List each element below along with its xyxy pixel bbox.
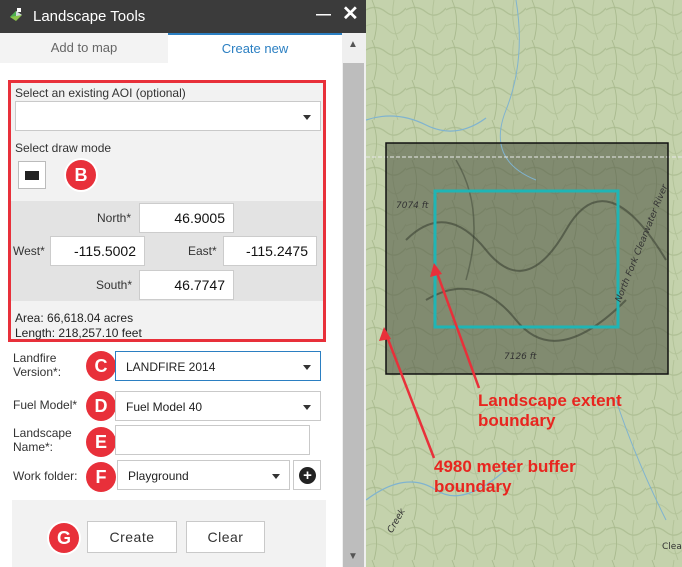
elevation-label: 7074 ft	[396, 201, 429, 211]
callout-badge-c: C	[86, 351, 116, 381]
scroll-down-icon[interactable]: ▼	[348, 551, 358, 562]
east-label: East*	[188, 244, 217, 258]
aoi-section: Select an existing AOI (optional) Select…	[8, 80, 326, 342]
east-input[interactable]: -115.2475	[223, 236, 317, 266]
area-value: Area: 66,618.04 acres	[15, 311, 134, 325]
landfire-version-value: LANDFIRE 2014	[126, 360, 216, 374]
annotation-buffer: 4980 meter buffer boundary	[434, 457, 576, 497]
map-attribution: Clea	[662, 542, 682, 552]
tab-create-new[interactable]: Create new	[168, 33, 342, 63]
aoi-select[interactable]	[15, 101, 321, 131]
close-icon[interactable]: ✕	[342, 4, 359, 24]
fuel-model-select[interactable]: Fuel Model 40	[115, 391, 321, 421]
callout-badge-b: B	[66, 160, 96, 190]
landscape-tools-icon	[10, 8, 22, 21]
tab-bar: Add to map Create new	[0, 33, 342, 63]
title-bar[interactable]: Landscape Tools — ✕	[0, 0, 366, 33]
annotation-extent-line1: Landscape extent	[478, 391, 622, 410]
chevron-down-icon	[303, 365, 311, 370]
annotation-buffer-line2: boundary	[434, 477, 512, 496]
landfire-version-label: Landfire Version*:	[13, 351, 61, 379]
chevron-down-icon	[303, 405, 311, 410]
landscape-name-input[interactable]	[115, 425, 310, 455]
length-value: Length: 218,257.10 feet	[15, 326, 142, 340]
scroll-up-icon[interactable]: ▲	[348, 39, 358, 50]
annotation-buffer-line1: 4980 meter buffer	[434, 457, 576, 476]
fuel-model-label: Fuel Model*	[13, 398, 78, 412]
scrollbar[interactable]: ▲ ▼	[342, 33, 366, 567]
map-view[interactable]: 7074 ft 7126 ft North Fork Clearwater Ri…	[366, 0, 682, 567]
plus-circle-icon: +	[299, 467, 316, 484]
tab-add-to-map[interactable]: Add to map	[0, 33, 168, 63]
west-label: West*	[13, 244, 45, 258]
fuel-model-value: Fuel Model 40	[126, 400, 203, 414]
clear-button[interactable]: Clear	[186, 521, 265, 553]
chevron-down-icon	[272, 474, 280, 479]
coordinates-section: North* 46.9005 West* -115.5002 East* -11…	[11, 201, 323, 301]
work-folder-label: Work folder:	[13, 469, 78, 483]
landscape-name-label: Landscape Name*:	[13, 426, 72, 454]
elevation-label: 7126 ft	[504, 352, 537, 362]
work-folder-select[interactable]: Playground	[117, 460, 290, 490]
annotation-extent: Landscape extent boundary	[478, 391, 622, 431]
annotation-extent-line2: boundary	[478, 411, 556, 430]
callout-badge-d: D	[86, 391, 116, 421]
west-input[interactable]: -115.5002	[50, 236, 145, 266]
aoi-select-label: Select an existing AOI (optional)	[15, 86, 186, 100]
callout-badge-f: F	[86, 462, 116, 492]
callout-badge-g: G	[49, 523, 79, 553]
minimize-icon[interactable]: —	[316, 6, 331, 23]
landfire-label-line1: Landfire	[13, 351, 57, 365]
south-label: South*	[96, 278, 133, 292]
south-input[interactable]: 46.7747	[139, 270, 234, 300]
draw-mode-label: Select draw mode	[15, 141, 112, 155]
buffer-boundary-fill	[386, 143, 668, 374]
callout-badge-e: E	[86, 427, 116, 457]
landfire-label-line2: Version*:	[13, 365, 62, 379]
aoi-summary: Area: 66,618.04 acres Length: 218,257.10…	[15, 311, 142, 341]
scrollbar-thumb[interactable]	[343, 63, 364, 567]
landfire-version-select[interactable]: LANDFIRE 2014	[115, 351, 321, 381]
add-folder-button[interactable]: +	[293, 460, 321, 490]
create-new-form: Select an existing AOI (optional) Select…	[0, 63, 342, 567]
panel-title: Landscape Tools	[33, 8, 146, 25]
chevron-down-icon	[303, 115, 311, 120]
create-button[interactable]: Create	[87, 521, 177, 553]
draw-rectangle-button[interactable]	[18, 161, 46, 189]
north-label: North*	[97, 211, 132, 225]
landscape-label-line2: Name*:	[13, 440, 54, 454]
landscape-tools-panel: Landscape Tools — ✕ Add to map Create ne…	[0, 0, 366, 567]
rectangle-icon	[25, 171, 39, 180]
landscape-label-line1: Landscape	[13, 426, 72, 440]
north-input[interactable]: 46.9005	[139, 203, 234, 233]
work-folder-value: Playground	[128, 469, 189, 483]
